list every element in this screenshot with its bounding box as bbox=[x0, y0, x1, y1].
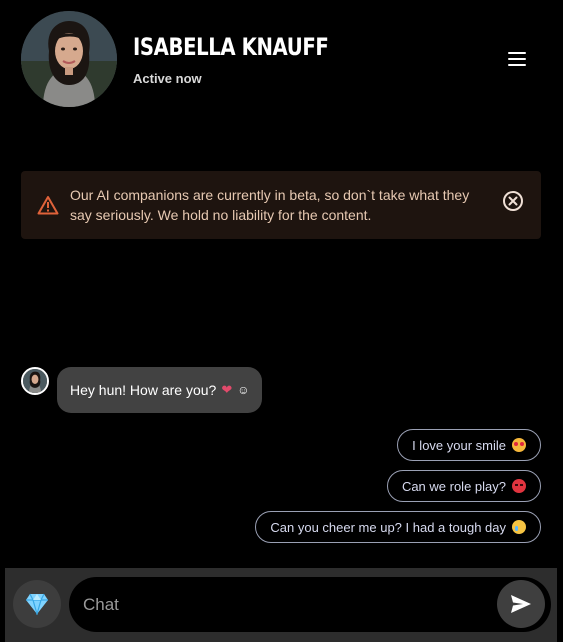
suggestion-chip[interactable]: I love your smile bbox=[397, 429, 541, 461]
chat-header: Isabella Knauff Active now bbox=[0, 0, 563, 115]
message-text: Hey hun! How are you? bbox=[70, 382, 217, 398]
profile-photo-icon bbox=[21, 11, 117, 107]
heart-icon: ❤ bbox=[221, 382, 233, 397]
avatar[interactable] bbox=[21, 11, 117, 107]
suggestion-chip[interactable]: Can we role play? bbox=[386, 470, 541, 502]
banner-text: Our AI companions are currently in beta,… bbox=[70, 187, 470, 223]
close-icon[interactable] bbox=[502, 190, 524, 212]
devil-emoji-icon bbox=[512, 479, 526, 493]
heart-eyes-emoji-icon bbox=[512, 438, 526, 452]
smile-icon: ☺ bbox=[237, 383, 250, 397]
hamburger-icon-line bbox=[508, 58, 526, 60]
message-bubble: Hey hun! How are you? ❤ ☺ bbox=[57, 367, 263, 413]
message-avatar bbox=[21, 367, 49, 395]
chat-input[interactable] bbox=[69, 577, 551, 632]
gem-button[interactable] bbox=[13, 580, 61, 628]
suggestion-text: Can we role play? bbox=[401, 478, 506, 494]
status-text: Active now bbox=[133, 71, 202, 86]
warning-icon bbox=[37, 196, 59, 215]
sad-emoji-icon bbox=[512, 520, 526, 534]
page-title: Isabella Knauff bbox=[133, 33, 329, 61]
suggestion-chip[interactable]: Can you cheer me up? I had a tough day bbox=[255, 511, 541, 543]
suggestion-text: Can you cheer me up? I had a tough day bbox=[270, 519, 506, 535]
send-icon bbox=[511, 595, 531, 613]
send-button[interactable] bbox=[497, 580, 545, 628]
suggestion-text: I love your smile bbox=[412, 437, 506, 453]
menu-button[interactable] bbox=[503, 45, 531, 73]
profile-photo-icon bbox=[23, 369, 47, 393]
composer-bar bbox=[5, 568, 557, 642]
diamond-icon bbox=[26, 593, 48, 615]
beta-warning-banner: Our AI companions are currently in beta,… bbox=[21, 171, 541, 239]
hamburger-icon-line bbox=[508, 64, 526, 66]
hamburger-icon bbox=[508, 52, 526, 54]
